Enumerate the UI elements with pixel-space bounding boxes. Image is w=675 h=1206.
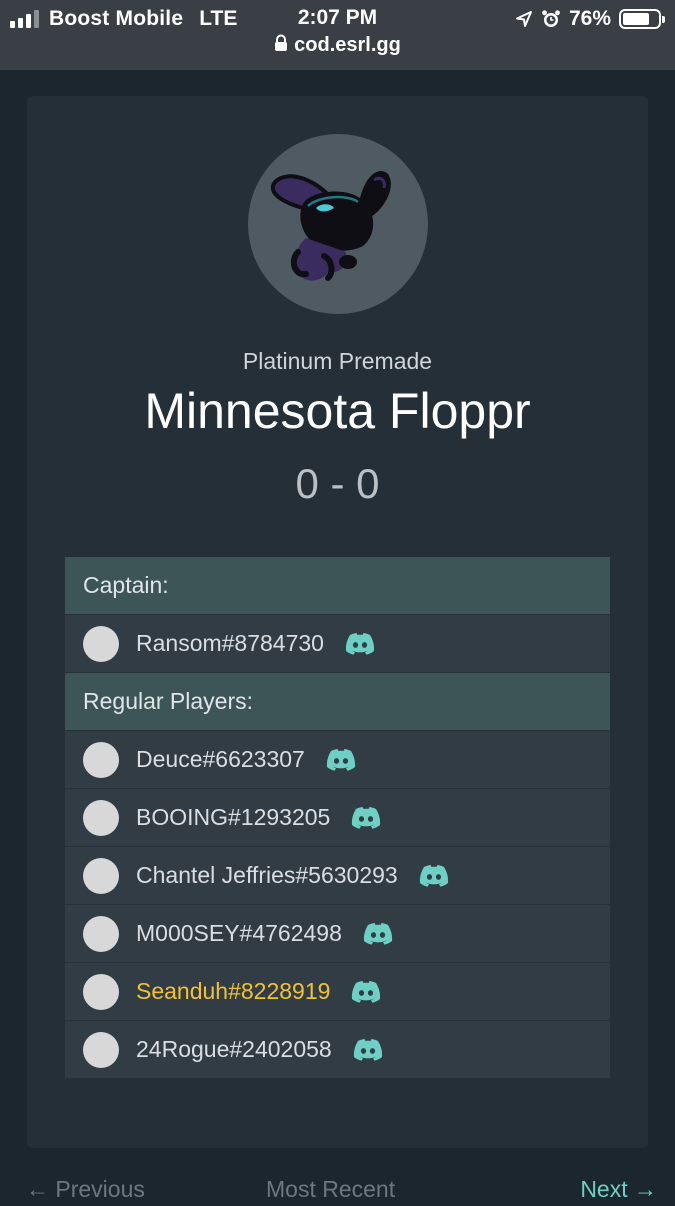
players-list: Deuce#6623307 BOOING#1293205 Chantel Jeffr… [65, 731, 610, 1079]
team-name: Minnesota Floppr [144, 383, 531, 439]
player-name[interactable]: M000SEY#4762498 [136, 920, 342, 947]
player-name[interactable]: Deuce#6623307 [136, 746, 305, 773]
player-row[interactable]: M000SEY#4762498 [65, 905, 610, 963]
team-record: 0 - 0 [295, 460, 380, 507]
arrow-left-icon: ← [26, 1176, 56, 1202]
players-section-header: Regular Players: [65, 673, 610, 731]
pagination: ← Previous Most Recent Next → [0, 1176, 675, 1206]
next-label: Next [580, 1176, 628, 1202]
player-name[interactable]: BOOING#1293205 [136, 804, 330, 831]
avatar [83, 799, 119, 836]
status-icons: 76% [515, 6, 665, 32]
player-name[interactable]: Ransom#8784730 [136, 630, 324, 657]
discord-icon[interactable] [352, 1038, 384, 1062]
bunny-mascot-icon [270, 171, 391, 281]
previous-label: Previous [55, 1176, 145, 1202]
team-logo [248, 134, 428, 314]
previous-link[interactable]: ← Previous [26, 1176, 145, 1203]
browser-status-bar: Boost Mobile LTE 2:07 PM 76% cod.esrl.gg [0, 0, 675, 70]
avatar [83, 625, 119, 662]
url-text: cod.esrl.gg [294, 34, 401, 56]
discord-icon[interactable] [418, 864, 450, 888]
player-row[interactable]: 24Rogue#2402058 [65, 1021, 610, 1079]
alarm-clock-icon [542, 10, 560, 27]
player-name[interactable]: 24Rogue#2402058 [136, 1036, 332, 1063]
captain-row[interactable]: Ransom#8784730 [65, 615, 610, 673]
captain-section-header: Captain: [65, 557, 610, 615]
avatar [83, 857, 119, 894]
team-division: Platinum Premade [242, 348, 433, 374]
avatar [83, 741, 119, 778]
discord-icon[interactable] [350, 806, 382, 830]
player-row[interactable]: Chantel Jeffries#5630293 [65, 847, 610, 905]
discord-icon[interactable] [344, 632, 376, 656]
avatar [83, 915, 119, 952]
player-row[interactable]: Deuce#6623307 [65, 731, 610, 789]
lock-icon [275, 34, 288, 51]
discord-icon[interactable] [350, 980, 382, 1004]
address-bar[interactable]: cod.esrl.gg [0, 34, 675, 57]
team-card: Platinum Premade Minnesota Floppr 0 - 0 … [27, 96, 648, 1148]
discord-icon[interactable] [325, 748, 357, 772]
discord-icon[interactable] [362, 922, 394, 946]
avatar [83, 973, 119, 1010]
next-link[interactable]: Next → [580, 1176, 657, 1203]
battery-icon [619, 9, 665, 29]
arrow-right-icon: → [627, 1176, 657, 1202]
roster-table: Captain: Ransom#8784730 Regular Players:… [65, 557, 610, 1079]
player-row[interactable]: BOOING#1293205 [65, 789, 610, 847]
player-name[interactable]: Chantel Jeffries#5630293 [136, 862, 398, 889]
battery-percent: 76% [568, 7, 611, 30]
most-recent-link[interactable]: Most Recent [266, 1176, 395, 1203]
location-arrow-icon [515, 11, 532, 27]
player-name[interactable]: Seanduh#8228919 [136, 978, 330, 1005]
avatar [83, 1031, 119, 1068]
player-row[interactable]: Seanduh#8228919 [65, 963, 610, 1021]
